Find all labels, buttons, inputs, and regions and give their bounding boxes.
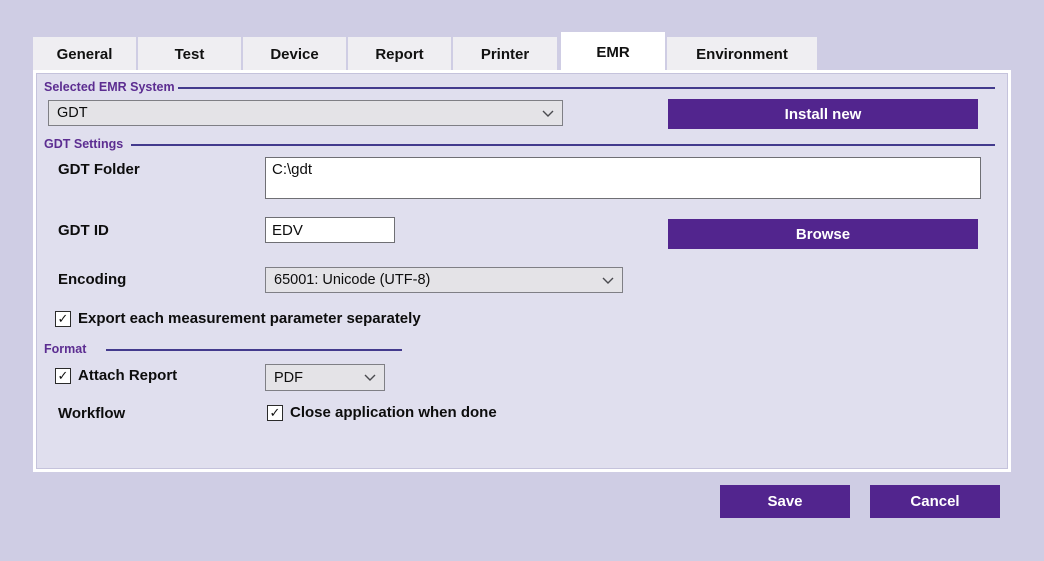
group-title-selected-emr-system: Selected EMR System	[44, 80, 175, 94]
report-format-selected-value: PDF	[274, 369, 303, 386]
gdt-id-label: GDT ID	[58, 222, 109, 239]
chevron-down-icon	[602, 277, 614, 284]
chevron-down-icon	[364, 374, 376, 381]
emr-system-select[interactable]: GDT	[48, 100, 563, 126]
emr-system-selected-value: GDT	[57, 105, 88, 121]
gdt-folder-label: GDT Folder	[58, 161, 140, 178]
save-button[interactable]: Save	[720, 485, 850, 518]
tab-printer[interactable]: Printer	[453, 37, 557, 71]
export-separately-row: ✓ Export each measurement parameter sepa…	[55, 310, 421, 327]
cancel-button[interactable]: Cancel	[870, 485, 1000, 518]
tab-general[interactable]: General	[33, 37, 136, 71]
encoding-select[interactable]: 65001: Unicode (UTF-8)	[265, 267, 623, 293]
tab-environment[interactable]: Environment	[667, 37, 817, 71]
chevron-down-icon	[542, 110, 554, 117]
group-line-gdt-settings	[131, 144, 995, 146]
gdt-id-input[interactable]	[265, 217, 395, 243]
encoding-selected-value: 65001: Unicode (UTF-8)	[274, 272, 431, 288]
group-title-format: Format	[44, 342, 87, 356]
export-separately-checkbox[interactable]: ✓	[55, 310, 71, 327]
report-format-select[interactable]: PDF	[265, 364, 385, 391]
attach-report-row: ✓ Attach Report	[55, 367, 177, 384]
group-line-selected-emr-system	[178, 87, 995, 89]
tab-report[interactable]: Report	[348, 37, 451, 71]
attach-report-label: Attach Report	[78, 367, 178, 384]
close-application-row: ✓ Close application when done	[267, 404, 497, 421]
group-title-gdt-settings: GDT Settings	[44, 137, 124, 151]
gdt-folder-input[interactable]: C:\gdt	[265, 157, 981, 199]
workflow-label: Workflow	[58, 405, 126, 422]
tab-device[interactable]: Device	[243, 37, 346, 71]
browse-button[interactable]: Browse	[668, 219, 978, 249]
close-application-checkbox[interactable]: ✓	[267, 404, 283, 421]
tab-test[interactable]: Test	[138, 37, 241, 71]
encoding-label: Encoding	[58, 271, 127, 288]
attach-report-checkbox[interactable]: ✓	[55, 367, 71, 384]
tab-emr[interactable]: EMR	[561, 32, 665, 72]
close-application-label: Close application when done	[290, 404, 497, 421]
install-new-button[interactable]: Install new	[668, 99, 978, 129]
export-separately-label: Export each measurement parameter separa…	[78, 310, 421, 327]
group-line-format	[106, 349, 402, 351]
